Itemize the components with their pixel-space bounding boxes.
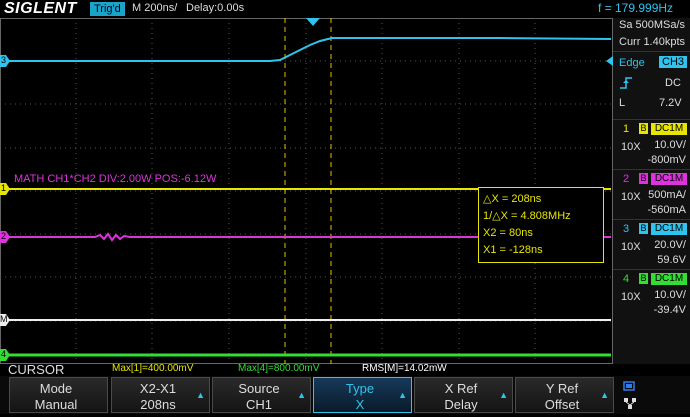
channel-4-info[interactable]: 4 B DC1M 10X 10.0V/ -39.4V — [613, 269, 690, 326]
ch2-marker-label: 2 — [1, 231, 7, 241]
softkey-x-ref-value: Delay — [444, 397, 478, 412]
softkey-y-ref[interactable]: Y Ref Offset ▲ — [515, 377, 614, 413]
right-info-panel: Sa 500MSa/s Curr 1.40kpts Edge CH3 DC L … — [613, 18, 690, 364]
memory-depth: Curr 1.40kpts — [619, 36, 686, 48]
sample-rate: Sa 500MSa/s — [619, 19, 686, 31]
cursor-readout-box: △X = 208ns 1/△X = 4.808MHz X2 = 80ns X1 … — [478, 187, 604, 263]
ch2-offset: -560mA — [647, 204, 686, 216]
softkey-mode-title: Mode — [39, 381, 73, 396]
readout-delta-x: △X = 208ns — [483, 193, 542, 205]
knob-adjust-icon: ▲ — [196, 390, 205, 400]
delay-readout: Delay:0.00s — [186, 2, 245, 14]
channel-1-info[interactable]: 1 B DC1M 10X 10.0V/ -800mV — [613, 119, 690, 176]
trigger-source-badge: CH3 — [659, 56, 688, 68]
math-marker-label: M — [0, 314, 8, 324]
measurement-max1: Max[1]=400.00mV — [112, 363, 194, 374]
math-info-label: MATH CH1*CH2 DIV:2.00W POS:-6.12W — [14, 173, 217, 185]
readout-inverse-delta-x: 1/△X = 4.808MHz — [483, 210, 571, 222]
softkey-y-ref-value: Offset — [544, 397, 580, 412]
ch1-marker-label: 1 — [1, 183, 7, 193]
softkey-y-ref-title: Y Ref — [545, 381, 579, 396]
ch2-bw-badge: B — [639, 173, 648, 184]
softkey-x-ref[interactable]: X Ref Delay ▲ — [414, 377, 513, 413]
ch4-bw-badge: B — [639, 273, 648, 284]
ch3-coupling: DC1M — [651, 223, 687, 235]
softkey-source-value: CH1 — [245, 397, 272, 412]
network-status-icon — [616, 378, 686, 412]
ch3-trace — [4, 37, 612, 62]
ch3-bw-badge: B — [639, 223, 648, 234]
trigger-coupling: DC — [665, 77, 681, 89]
siglent-logo: SIGLENT — [4, 0, 77, 17]
ch2-number: 2 — [623, 173, 630, 185]
trigger-slope-icon — [619, 77, 633, 92]
ch2-scale: 500mA/ — [648, 189, 686, 201]
ch4-scale: 10.0V/ — [654, 289, 686, 301]
channel-2-info[interactable]: 2 B DC1M 10X 500mA/ -560mA — [613, 169, 690, 226]
trigger-position-marker — [306, 18, 320, 26]
ch3-right-marker — [606, 56, 613, 66]
ch1-offset: -800mV — [647, 154, 686, 166]
softkey-x-ref-title: X Ref — [444, 381, 478, 396]
trigger-level-label: L — [619, 97, 626, 109]
submenu-arrow-icon: ▲ — [297, 390, 306, 400]
trigger-info[interactable]: Edge CH3 DC L 7.2V — [613, 51, 690, 118]
ch3-scale: 20.0V/ — [654, 239, 686, 251]
softkey-x2-x1-title: X2-X1 — [139, 381, 177, 396]
ch4-number: 4 — [623, 273, 630, 285]
submenu-arrow-icon: ▲ — [499, 390, 508, 400]
readout-x1: X1 = -128ns — [483, 244, 543, 256]
softkey-x2-x1[interactable]: X2-X1 208ns ▲ — [111, 377, 210, 413]
ch4-offset: -39.4V — [653, 304, 686, 316]
ch1-scale: 10.0V/ — [654, 139, 686, 151]
ch1-coupling: DC1M — [651, 123, 687, 135]
ch2-coupling: DC1M — [651, 173, 687, 185]
measurement-rms-math: RMS[M]=14.02mW — [362, 363, 447, 374]
ch1-number: 1 — [623, 123, 630, 135]
active-menu-label: CURSOR — [8, 362, 65, 377]
softkey-x2-x1-value: 208ns — [140, 397, 176, 412]
ch3-marker-label: 3 — [1, 55, 7, 65]
channel-3-info[interactable]: 3 B DC1M 10X 20.0V/ 59.6V — [613, 219, 690, 276]
softkey-type-title: Type — [345, 381, 375, 396]
timebase-readout: M 200ns/ — [132, 2, 178, 14]
submenu-arrow-icon: ▲ — [398, 390, 407, 400]
trigger-type: Edge — [619, 57, 645, 69]
top-bar: SIGLENT Trig'd M 200ns/ Delay:0.00s f = … — [0, 0, 690, 18]
softkey-source-title: Source — [238, 381, 280, 396]
submenu-arrow-icon: ▲ — [600, 390, 609, 400]
ch3-probe: 10X — [621, 241, 641, 253]
ch1-probe: 10X — [621, 141, 641, 153]
frequency-counter: f = 179.999Hz — [598, 1, 674, 15]
softkey-mode-value: Manual — [34, 397, 78, 412]
status-line: CURSOR Max[1]=400.00mV Max[4]=800.00mV R… — [0, 362, 613, 377]
ch4-probe: 10X — [621, 291, 641, 303]
softkey-type-value: X — [355, 397, 365, 412]
trigger-status-badge: Trig'd — [90, 2, 125, 16]
trigger-level: 7.2V — [659, 97, 682, 109]
softkey-mode[interactable]: Mode Manual — [9, 377, 108, 413]
softkey-type[interactable]: Type X ▲ — [313, 377, 412, 413]
ch2-probe: 10X — [621, 191, 641, 203]
measurement-max4: Max[4]=800.00mV — [238, 363, 320, 374]
ch4-coupling: DC1M — [651, 273, 687, 285]
ch3-number: 3 — [623, 223, 630, 235]
softkey-bar: Mode Manual X2-X1 208ns ▲ Source CH1 ▲ T… — [0, 376, 690, 414]
softkey-source[interactable]: Source CH1 ▲ — [212, 377, 311, 413]
ch1-bw-badge: B — [639, 123, 648, 134]
ch4-marker-label: 4 — [1, 349, 7, 359]
readout-x2: X2 = 80ns — [483, 227, 533, 239]
ch3-offset: 59.6V — [657, 254, 686, 266]
